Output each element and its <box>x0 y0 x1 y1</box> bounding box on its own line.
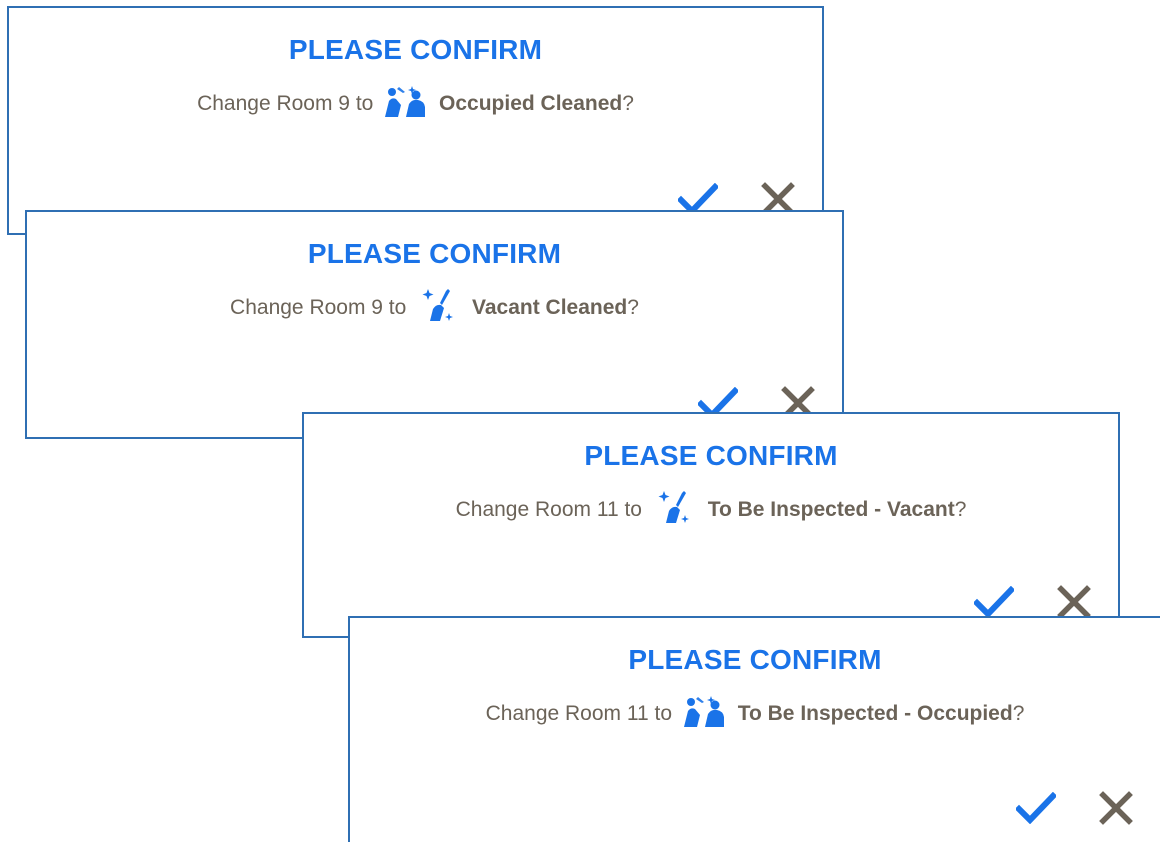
vacant-cleaned-icon <box>652 489 696 525</box>
dialog-title: PLEASE CONFIRM <box>288 34 543 65</box>
occupied-cleaned-icon <box>682 693 726 729</box>
close-icon <box>1099 791 1133 825</box>
dialog-title: PLEASE CONFIRM <box>307 238 562 269</box>
message-suffix: ? <box>622 92 634 115</box>
confirm-dialog: PLEASE CONFIRM Change Room 11 to To Be I… <box>348 616 1160 842</box>
message-prefix: Change Room 11 to <box>485 702 673 725</box>
dialog-message: Change Room 11 to To Be Inspected - Occu… <box>350 696 1160 732</box>
checkmark-icon <box>1016 792 1056 824</box>
message-prefix: Change Room 11 to <box>455 498 642 521</box>
dialog-message: Change Room 9 to Vacant Cleaned? <box>27 287 842 326</box>
dialog-message: Change Room 11 to To Be Inspected - Vaca… <box>304 489 1118 528</box>
confirm-dialog: PLEASE CONFIRM Change Room 9 to Occupied… <box>7 6 824 235</box>
message-suffix: ? <box>954 498 967 521</box>
occupied-cleaned-icon <box>383 83 427 119</box>
checkmark-icon <box>974 586 1014 618</box>
cancel-button[interactable] <box>1094 788 1138 828</box>
dialog-message: Change Room 9 to Occupied Cleaned? <box>9 86 822 122</box>
message-prefix: Change Room 9 to <box>230 296 407 319</box>
status-name: To Be Inspected - Occupied <box>737 702 1013 725</box>
message-suffix: ? <box>1012 702 1025 725</box>
status-name: Vacant Cleaned <box>472 296 628 319</box>
dialog-actions <box>1014 788 1138 828</box>
dialog-stack: PLEASE CONFIRM Change Room 9 to Occupied… <box>0 0 1160 842</box>
dialog-title: PLEASE CONFIRM <box>584 440 838 471</box>
confirm-dialog: PLEASE CONFIRM Change Room 9 to Vacant C… <box>25 210 844 439</box>
confirm-button[interactable] <box>1014 788 1058 828</box>
message-prefix: Change Room 9 to <box>197 92 374 115</box>
vacant-cleaned-icon <box>416 287 460 323</box>
dialog-title: PLEASE CONFIRM <box>628 644 882 675</box>
close-icon <box>1057 585 1091 619</box>
message-suffix: ? <box>627 296 639 319</box>
status-name: To Be Inspected - Vacant <box>707 498 955 521</box>
status-name: Occupied Cleaned <box>439 92 623 115</box>
confirm-dialog: PLEASE CONFIRM Change Room 11 to To Be I… <box>302 412 1120 638</box>
